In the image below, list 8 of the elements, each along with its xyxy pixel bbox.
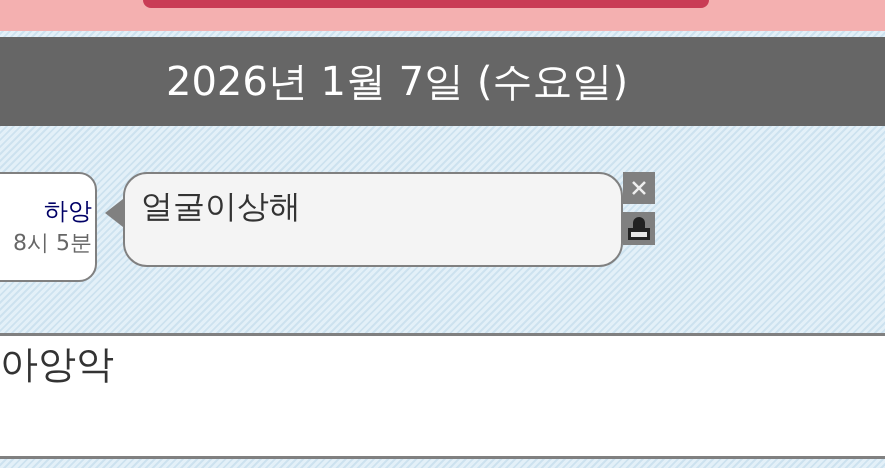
- input-field[interactable]: 아앙악: [0, 333, 885, 459]
- date-header: 2026년 1월 7일 (수요일): [166, 62, 628, 102]
- message-time: 8시 5분: [13, 230, 92, 258]
- input-text: 아앙악: [0, 342, 114, 386]
- message-text: 얼굴이상해: [141, 187, 301, 225]
- lock-icon[interactable]: [623, 212, 655, 245]
- close-icon[interactable]: [623, 172, 655, 204]
- sender-name: 하앙: [44, 196, 92, 227]
